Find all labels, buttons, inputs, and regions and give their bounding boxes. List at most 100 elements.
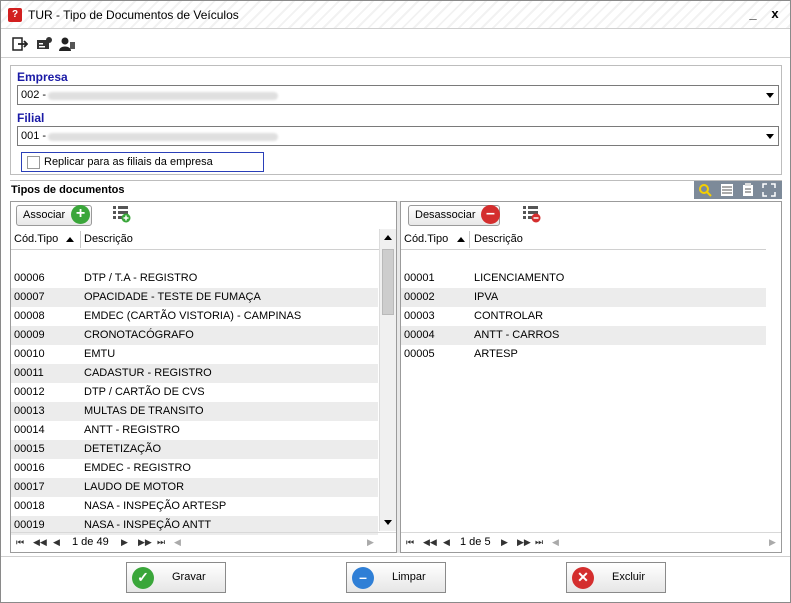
clipboard-icon[interactable] xyxy=(741,183,755,197)
sort-asc-icon xyxy=(457,237,465,242)
last-page-icon[interactable]: ⏭ xyxy=(157,537,165,548)
last-page-icon[interactable]: ⏭ xyxy=(535,537,543,548)
replicar-label: Replicar para as filiais da empresa xyxy=(44,156,213,168)
cell-description: DTP / T.A - REGISTRO xyxy=(84,272,198,284)
cell-description: DETETIZAÇÃO xyxy=(84,443,162,455)
cell-description: IPVA xyxy=(474,291,499,303)
cell-description: ANTT - CARROS xyxy=(474,329,560,341)
table-row[interactable]: 00001 LICENCIAMENTO xyxy=(401,269,766,288)
empresa-value: 002 - xyxy=(21,89,47,101)
table-row[interactable]: 00002 IPVA xyxy=(401,288,766,307)
cell-description: LICENCIAMENTO xyxy=(474,272,565,284)
cell-code: 00004 xyxy=(404,329,435,341)
save-button[interactable]: ✓ Gravar xyxy=(126,562,226,593)
clear-button[interactable]: – Limpar xyxy=(346,562,446,593)
table-row[interactable]: 00010 EMTU xyxy=(11,345,378,364)
cell-description: CRONOTACÓGRAFO xyxy=(84,329,194,341)
exit-icon[interactable] xyxy=(12,36,28,52)
table-row[interactable]: 00004 ANTT - CARROS xyxy=(401,326,766,345)
column-divider xyxy=(469,231,470,248)
scroll-right-icon[interactable]: ▶ xyxy=(769,537,776,548)
window-title: TUR - Tipo de Documentos de Veículos xyxy=(28,8,239,22)
cell-code: 00001 xyxy=(404,272,435,284)
card-icon[interactable] xyxy=(36,36,52,52)
filial-label: Filial xyxy=(17,111,45,125)
scroll-up-icon[interactable] xyxy=(384,235,392,240)
first-page-icon[interactable]: ⏮ xyxy=(406,537,414,548)
list-icon[interactable] xyxy=(720,183,734,197)
cell-code: 00003 xyxy=(404,310,435,322)
table-row[interactable]: 00014 ANTT - REGISTRO xyxy=(11,421,378,440)
app-logo-icon: ? xyxy=(8,8,22,22)
cell-code: 00010 xyxy=(14,348,45,360)
table-row[interactable]: 00006 DTP / T.A - REGISTRO xyxy=(11,269,378,288)
available-types-pane: Associar + Cód.Tipo Descrição 00006 DTP /… xyxy=(10,201,397,553)
chevron-down-icon[interactable] xyxy=(766,93,774,98)
table-row[interactable]: 00018 NASA - INSPEÇÃO ARTESP xyxy=(11,497,378,516)
add-icon[interactable]: + xyxy=(71,205,90,224)
empresa-select[interactable]: 002 - xyxy=(17,85,779,105)
prev-fast-icon[interactable]: ◀◀ xyxy=(423,537,437,548)
table-row[interactable]: 00016 EMDEC - REGISTRO xyxy=(11,459,378,478)
remove-icon[interactable]: – xyxy=(481,205,500,224)
prev-page-icon[interactable]: ◀ xyxy=(53,537,60,548)
cell-code: 00006 xyxy=(14,272,45,284)
col-code-header[interactable]: Cód.Tipo xyxy=(401,229,448,250)
next-fast-icon[interactable]: ▶▶ xyxy=(517,537,531,548)
section-header: Tipos de documentos xyxy=(10,180,782,199)
prev-page-icon[interactable]: ◀ xyxy=(443,537,450,548)
cell-code: 00011 xyxy=(14,367,44,379)
table-row[interactable]: 00003 CONTROLAR xyxy=(401,307,766,326)
table-row[interactable]: 00007 OPACIDADE - TESTE DE FUMAÇA xyxy=(11,288,378,307)
col-desc-header[interactable]: Descrição xyxy=(81,229,133,250)
scroll-right-icon[interactable]: ▶ xyxy=(367,537,374,548)
col-desc-header[interactable]: Descrição xyxy=(471,229,523,250)
minimize-button[interactable]: _ xyxy=(744,5,762,23)
delete-button[interactable]: ✕ Excluir xyxy=(566,562,666,593)
cell-description: ARTESP xyxy=(474,348,518,360)
grid-header: Cód.Tipo Descrição xyxy=(11,229,379,250)
col-code-header[interactable]: Cód.Tipo xyxy=(11,229,58,250)
next-fast-icon[interactable]: ▶▶ xyxy=(138,537,152,548)
next-page-icon[interactable]: ▶ xyxy=(121,537,128,548)
scroll-left-icon[interactable]: ◀ xyxy=(174,537,181,548)
table-row[interactable]: 00009 CRONOTACÓGRAFO xyxy=(11,326,378,345)
toolbar xyxy=(1,30,790,58)
prev-fast-icon[interactable]: ◀◀ xyxy=(33,537,47,548)
title-bar: ? TUR - Tipo de Documentos de Veículos _… xyxy=(1,1,790,29)
table-row[interactable]: 00005 ARTESP xyxy=(401,345,766,364)
section-title: Tipos de documentos xyxy=(11,184,125,196)
empresa-label: Empresa xyxy=(17,70,68,84)
cell-code: 00009 xyxy=(14,329,45,341)
replicar-checkbox[interactable] xyxy=(27,156,40,169)
table-row[interactable]: 00012 DTP / CARTÃO DE CVS xyxy=(11,383,378,402)
first-page-icon[interactable]: ⏮ xyxy=(16,537,24,548)
cell-description: EMTU xyxy=(84,348,116,360)
redacted-text xyxy=(48,92,278,100)
chevron-down-icon[interactable] xyxy=(766,134,774,139)
replicar-checkbox-row[interactable]: Replicar para as filiais da empresa xyxy=(21,152,264,172)
table-row[interactable]: 00013 MULTAS DE TRANSITO xyxy=(11,402,378,421)
add-all-icon[interactable] xyxy=(113,206,131,223)
remove-all-icon[interactable] xyxy=(523,206,541,223)
expand-icon[interactable] xyxy=(762,183,776,197)
table-row[interactable]: 00011 CADASTUR - REGISTRO xyxy=(11,364,378,383)
filial-select[interactable]: 001 - xyxy=(17,126,779,146)
section-tools xyxy=(694,181,782,199)
scroll-left-icon[interactable]: ◀ xyxy=(552,537,559,548)
close-button[interactable]: x xyxy=(766,5,784,23)
x-icon: ✕ xyxy=(572,567,594,589)
vertical-scrollbar[interactable] xyxy=(379,229,396,531)
search-icon[interactable] xyxy=(698,183,712,197)
user-icon[interactable] xyxy=(59,36,75,52)
scroll-down-icon[interactable] xyxy=(384,520,392,525)
clear-label: Limpar xyxy=(392,571,426,583)
cell-description: DTP / CARTÃO DE CVS xyxy=(84,386,205,398)
cell-description: CADASTUR - REGISTRO xyxy=(84,367,212,379)
table-row[interactable]: 00017 LAUDO DE MOTOR xyxy=(11,478,378,497)
page-indicator: 1 de 49 xyxy=(72,536,109,548)
next-page-icon[interactable]: ▶ xyxy=(501,537,508,548)
table-row[interactable]: 00008 EMDEC (CARTÃO VISTORIA) - CAMPINAS xyxy=(11,307,378,326)
table-row[interactable]: 00015 DETETIZAÇÃO xyxy=(11,440,378,459)
scroll-thumb[interactable] xyxy=(382,249,394,315)
